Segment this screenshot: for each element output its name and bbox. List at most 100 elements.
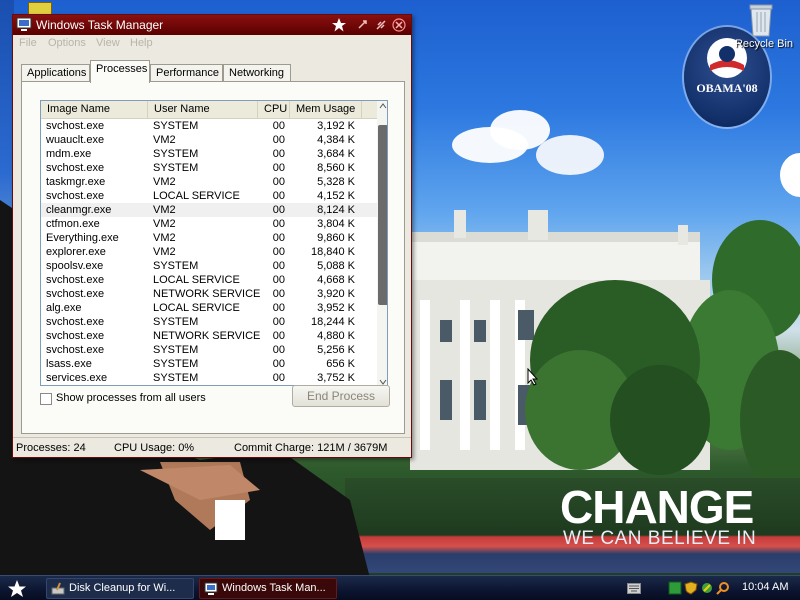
process-cpu: 00 (272, 288, 285, 300)
process-mem-usage: 8,560 K (317, 162, 355, 174)
process-mem-usage: 5,088 K (317, 260, 355, 272)
process-row[interactable]: svchost.exe NETWORK SERVICE 00 3,920 K (41, 287, 377, 301)
column-image-name[interactable]: Image Name (41, 101, 148, 119)
tab-applications[interactable]: Applications (21, 64, 90, 82)
process-row[interactable]: svchost.exe SYSTEM 00 5,256 K (41, 343, 377, 357)
process-row[interactable]: taskmgr.exe VM2 00 5,328 K (41, 175, 377, 189)
process-row[interactable]: svchost.exe SYSTEM 00 3,192 K (41, 119, 377, 133)
process-user-name: SYSTEM (153, 260, 199, 272)
process-image-name: svchost.exe (46, 274, 105, 286)
process-cpu: 00 (272, 148, 285, 160)
process-user-name: LOCAL SERVICE (153, 274, 240, 286)
checkbox-label[interactable]: Show processes from all users (56, 392, 206, 404)
process-image-name: ctfmon.exe (46, 218, 100, 230)
process-image-name: spoolsv.exe (46, 260, 104, 272)
process-image-name: svchost.exe (46, 330, 105, 342)
keyboard-icon[interactable] (627, 583, 641, 594)
taskbar-item-task-manager[interactable]: Windows Task Man... (199, 578, 337, 599)
title-bar[interactable]: Windows Task Manager (13, 15, 411, 35)
process-mem-usage: 18,840 K (310, 246, 355, 258)
process-user-name: SYSTEM (153, 372, 199, 384)
process-cpu: 00 (272, 316, 285, 328)
process-cpu: 00 (272, 204, 285, 216)
process-image-name: svchost.exe (46, 288, 105, 300)
process-list-header: Image Name User Name CPU Mem Usage (41, 101, 377, 119)
process-row[interactable]: svchost.exe NETWORK SERVICE 00 4,880 K (41, 329, 377, 343)
process-user-name: VM2 (153, 246, 176, 258)
tab-processes[interactable]: Processes (90, 60, 150, 83)
column-user-name[interactable]: User Name (148, 101, 258, 119)
process-row[interactable]: cleanmgr.exe VM2 00 8,124 K (41, 203, 377, 217)
process-cpu: 00 (272, 246, 285, 258)
process-user-name: VM2 (153, 218, 176, 230)
tray-network-icon[interactable] (700, 581, 714, 595)
process-list-scrollbar[interactable] (377, 101, 388, 385)
process-row[interactable]: spoolsv.exe SYSTEM 00 5,088 K (41, 259, 377, 273)
column-cpu[interactable]: CPU (258, 101, 290, 119)
tab-performance[interactable]: Performance (150, 64, 223, 82)
clock[interactable]: 10:04 AM (742, 581, 788, 593)
scrollbar-thumb[interactable] (378, 125, 387, 305)
menu-file[interactable]: File (19, 37, 37, 49)
process-image-name: mdm.exe (46, 148, 92, 160)
process-user-name: SYSTEM (153, 148, 199, 160)
scroll-up-icon[interactable] (377, 101, 388, 111)
close-icon[interactable] (391, 17, 407, 33)
process-user-name: NETWORK SERVICE (153, 288, 261, 300)
recycle-bin-icon[interactable] (745, 2, 777, 38)
process-row[interactable]: explorer.exe VM2 00 18,840 K (41, 245, 377, 259)
process-cpu: 00 (272, 260, 285, 272)
process-user-name: VM2 (153, 176, 176, 188)
process-mem-usage: 4,384 K (317, 134, 355, 146)
process-row[interactable]: svchost.exe SYSTEM 00 8,560 K (41, 161, 377, 175)
process-row[interactable]: ctfmon.exe VM2 00 3,804 K (41, 217, 377, 231)
menu-view[interactable]: View (96, 37, 120, 49)
process-row[interactable]: svchost.exe SYSTEM 00 18,244 K (41, 315, 377, 329)
process-cpu: 00 (272, 232, 285, 244)
mouse-cursor-icon (527, 368, 539, 386)
process-row[interactable]: svchost.exe LOCAL SERVICE 00 4,668 K (41, 273, 377, 287)
tray-green-icon[interactable] (668, 581, 682, 595)
status-commit-charge: Commit Charge: 121M / 3679M (234, 442, 388, 454)
menu-bar: File Options View Help (13, 35, 411, 53)
menu-options[interactable]: Options (48, 37, 86, 49)
process-row[interactable]: Everything.exe VM2 00 9,860 K (41, 231, 377, 245)
search-icon[interactable] (716, 581, 730, 595)
security-shield-icon[interactable] (684, 581, 698, 595)
process-cpu: 00 (272, 344, 285, 356)
process-mem-usage: 9,860 K (317, 232, 355, 244)
process-row[interactable]: svchost.exe LOCAL SERVICE 00 4,152 K (41, 189, 377, 203)
process-cpu: 00 (272, 190, 285, 202)
taskbar-item-disk-cleanup[interactable]: Disk Cleanup for Wi... (46, 578, 194, 599)
process-row[interactable]: alg.exe LOCAL SERVICE 00 3,952 K (41, 301, 377, 315)
maximize-icon[interactable] (373, 17, 389, 33)
process-image-name: explorer.exe (46, 246, 106, 258)
process-row[interactable]: wuauclt.exe VM2 00 4,384 K (41, 133, 377, 147)
process-cpu: 00 (272, 358, 285, 370)
process-image-name: svchost.exe (46, 120, 105, 132)
process-mem-usage: 8,124 K (317, 204, 355, 216)
process-user-name: VM2 (153, 232, 176, 244)
status-bar: Processes: 24 CPU Usage: 0% Commit Charg… (13, 437, 411, 457)
process-image-name: cleanmgr.exe (46, 204, 112, 216)
process-list[interactable]: Image Name User Name CPU Mem Usage svcho… (40, 100, 388, 386)
process-image-name: alg.exe (46, 302, 82, 314)
process-mem-usage: 3,952 K (317, 302, 355, 314)
menu-help[interactable]: Help (130, 37, 153, 49)
process-row[interactable]: lsass.exe SYSTEM 00 656 K (41, 357, 377, 371)
star-icon[interactable] (331, 17, 347, 33)
wallpaper-clouds (452, 110, 604, 175)
tab-networking[interactable]: Networking (223, 64, 291, 82)
end-process-button[interactable]: End Process (292, 385, 390, 407)
column-mem-usage[interactable]: Mem Usage (290, 101, 362, 119)
process-row[interactable]: mdm.exe SYSTEM 00 3,684 K (41, 147, 377, 161)
process-mem-usage: 4,668 K (317, 274, 355, 286)
checkbox-box[interactable] (40, 393, 52, 405)
process-cpu: 00 (272, 176, 285, 188)
process-row[interactable]: services.exe SYSTEM 00 3,752 K (41, 371, 377, 385)
minimize-icon[interactable] (355, 17, 371, 33)
recycle-bin-label[interactable]: Recycle Bin (728, 38, 800, 50)
campaign-badge-text: OBAMA'08 (696, 81, 758, 95)
start-button-icon[interactable] (6, 578, 28, 600)
process-mem-usage: 4,880 K (317, 330, 355, 342)
